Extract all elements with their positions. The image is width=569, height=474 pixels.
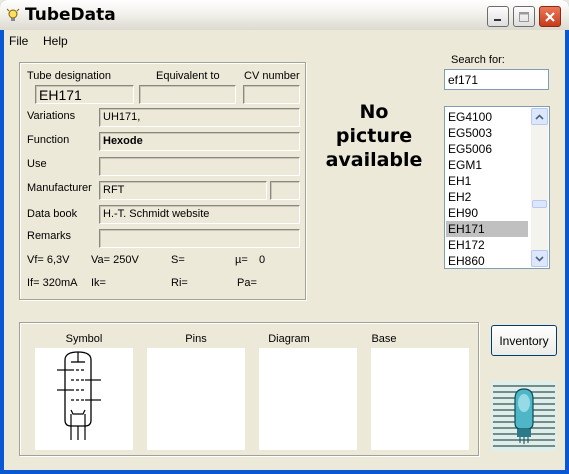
search-label: Search for: (451, 54, 505, 66)
manufacturer-label: Manufacturer (27, 182, 92, 194)
minimize-icon (494, 18, 501, 21)
minimize-button[interactable] (487, 6, 509, 27)
remarks-label: Remarks (27, 230, 72, 242)
inventory-button[interactable]: Inventory (491, 325, 557, 356)
chevron-down-icon (535, 255, 544, 262)
designation-field[interactable]: EH171 (35, 85, 134, 104)
variations-label: Variations (27, 110, 76, 122)
spec-ik: Ik= (91, 277, 106, 289)
spec-mu-value: 0 (259, 254, 266, 266)
spec-if: If= 320mA (27, 277, 78, 289)
scroll-up-button[interactable] (531, 108, 548, 125)
chevron-up-icon (535, 113, 544, 120)
menu-bar: File Help (4, 30, 565, 50)
list-item-selected[interactable]: EH171 (446, 221, 528, 237)
no-picture-line1: No (359, 101, 389, 123)
scroll-thumb[interactable] (532, 200, 547, 208)
pins-caption: Pins (185, 333, 207, 345)
equivalent-label: Equivalent to (156, 70, 220, 82)
cv-number-field[interactable] (243, 85, 300, 104)
manufacturer-field[interactable]: RFT (99, 181, 267, 200)
use-field[interactable] (99, 157, 300, 176)
list-item[interactable]: EGM1 (446, 157, 528, 173)
list-item[interactable]: EG4100 (446, 109, 528, 125)
scroll-down-button[interactable] (531, 250, 548, 267)
pins-panel (147, 348, 245, 450)
designation-label: Tube designation (27, 70, 111, 82)
title-bar[interactable]: TubeData (0, 0, 569, 30)
search-input[interactable] (444, 69, 549, 90)
lightbulb-icon (6, 8, 20, 21)
diagram-panel (259, 348, 357, 450)
spec-vf: Vf= 6,3V (27, 254, 70, 266)
list-item[interactable]: EG5003 (446, 125, 528, 141)
tube-listbox[interactable]: EG4100 EG5003 EG5006 EGM1 EH1 EH2 EH90 E… (444, 106, 550, 269)
symbol-panel (35, 348, 133, 450)
list-item[interactable]: EH2 (446, 189, 528, 205)
spec-va: Va= 250V (91, 254, 139, 266)
list-item[interactable]: EH172 (446, 237, 528, 253)
close-button[interactable] (539, 6, 561, 27)
cv-label: CV number (244, 70, 300, 82)
databook-label: Data book (27, 208, 78, 220)
list-item[interactable]: EH90 (446, 205, 528, 221)
manufacturer-code-field[interactable] (270, 181, 300, 200)
symbol-caption: Symbol (65, 333, 103, 345)
tube-logo (491, 381, 557, 451)
diagram-caption: Diagram (268, 333, 310, 345)
variations-field[interactable]: UH171, (99, 108, 300, 127)
function-field[interactable]: Hexode (99, 132, 300, 151)
spec-ri: Ri= (171, 277, 188, 289)
tube-logo-icon (491, 381, 557, 451)
list-item[interactable]: EH860 (446, 253, 528, 269)
list-scrollbar[interactable] (531, 108, 548, 267)
spec-s: S= (171, 254, 185, 266)
window-title: TubeData (25, 5, 116, 25)
base-caption: Base (371, 333, 397, 345)
equivalent-field[interactable] (139, 85, 236, 104)
list-item[interactable]: EG5006 (446, 141, 528, 157)
databook-field[interactable]: H.-T. Schmidt website (99, 205, 300, 224)
list-item[interactable]: EH1 (446, 173, 528, 189)
no-picture-line2: picture (335, 125, 413, 147)
maximize-button[interactable] (513, 6, 535, 27)
spec-mu: µ= (235, 254, 248, 266)
use-label: Use (27, 158, 47, 170)
hexode-symbol-icon (57, 351, 101, 440)
close-icon (545, 11, 555, 22)
client-area: File Help Tube designation Equivalent to… (4, 30, 565, 470)
menu-help[interactable]: Help (43, 34, 68, 48)
menu-file[interactable]: File (9, 34, 28, 48)
remarks-field[interactable] (99, 229, 300, 248)
spec-pa: Pa= (237, 277, 257, 289)
maximize-icon (519, 11, 529, 22)
no-picture-message: No picture available (314, 100, 434, 172)
base-panel (371, 348, 469, 450)
no-picture-line3: available (325, 149, 423, 171)
function-label: Function (27, 134, 70, 146)
app-window: TubeData File Help Tube designation Equi… (0, 0, 569, 474)
